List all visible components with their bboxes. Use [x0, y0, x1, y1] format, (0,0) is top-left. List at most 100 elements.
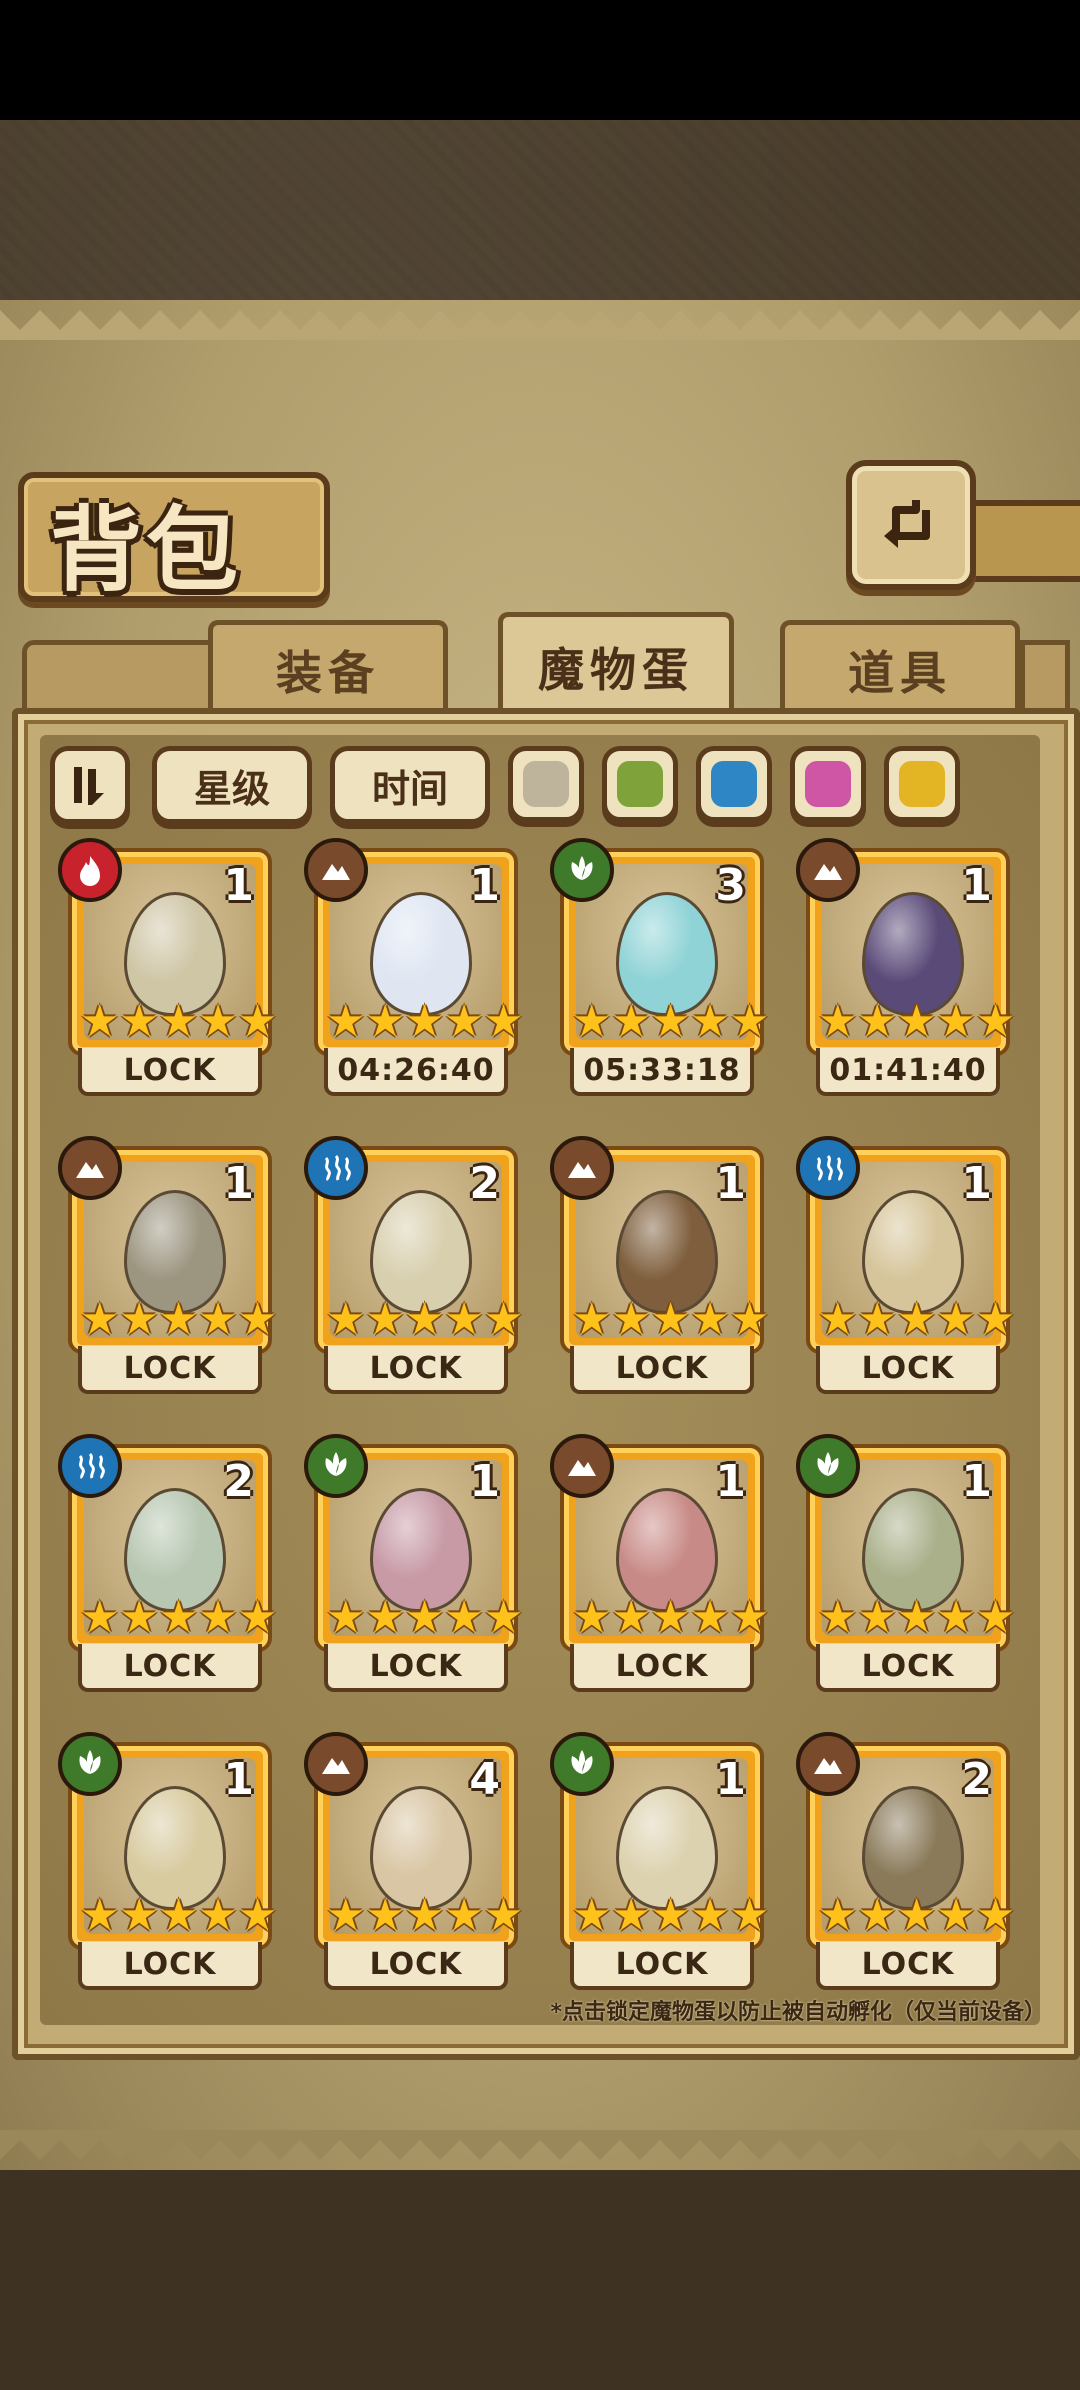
egg-card[interactable]: 1 ★ ★ ★ ★ ★ LOCK [550, 1434, 769, 1694]
egg-count: 1 [469, 860, 500, 911]
lock-button[interactable]: LOCK [570, 1942, 754, 1990]
filter-gray-button[interactable] [508, 746, 584, 822]
nature-element-icon [550, 1732, 614, 1796]
star-icon: ★ [119, 1890, 159, 1941]
star-icon: ★ [237, 1890, 278, 1941]
tab-items[interactable]: 道具 [780, 620, 1020, 715]
egg-card[interactable]: 3 ★ ★ ★ ★ ★ 05:33:18 [550, 838, 769, 1098]
star-icon: ★ [857, 1890, 897, 1941]
lock-button[interactable]: LOCK [78, 1644, 262, 1692]
lock-button[interactable]: LOCK [816, 1644, 1000, 1692]
lock-button[interactable]: LOCK [816, 1346, 1000, 1394]
star-icon: ★ [198, 996, 238, 1047]
star-icon: ★ [158, 1294, 199, 1345]
lock-button[interactable]: LOCK [570, 1346, 754, 1394]
star-icon: ★ [572, 996, 612, 1047]
egg-card[interactable]: 2 ★ ★ ★ ★ ★ LOCK [796, 1732, 1015, 1992]
water-element-icon [304, 1136, 368, 1200]
tab-spacer-right [1020, 640, 1070, 715]
lock-button[interactable]: LOCK [324, 1942, 508, 1990]
star-icon: ★ [857, 1294, 897, 1345]
star-icon: ★ [237, 996, 278, 1047]
egg-card[interactable]: 2 ★ ★ ★ ★ ★ LOCK [58, 1434, 277, 1694]
egg-card[interactable]: 1 ★ ★ ★ ★ ★ LOCK [796, 1136, 1015, 1396]
back-button[interactable] [846, 460, 976, 590]
star-icon: ★ [818, 1592, 858, 1643]
egg-card[interactable]: 1 ★ ★ ★ ★ ★ LOCK [550, 1732, 769, 1992]
egg-card[interactable]: 1 ★ ★ ★ ★ ★ LOCK [58, 1136, 277, 1396]
star-icon: ★ [572, 1890, 612, 1941]
egg-card[interactable]: 4 ★ ★ ★ ★ ★ LOCK [304, 1732, 523, 1992]
sort-toggle-icon [74, 767, 104, 805]
star-icon: ★ [611, 996, 651, 1047]
star-rating: ★ ★ ★ ★ ★ [80, 1890, 277, 1941]
egg-card[interactable]: 1 ★ ★ ★ ★ ★ LOCK [58, 1732, 277, 1992]
star-icon: ★ [444, 1294, 484, 1345]
star-icon: ★ [404, 1592, 445, 1643]
star-icon: ★ [483, 1294, 524, 1345]
star-icon: ★ [444, 1890, 484, 1941]
lock-button[interactable]: LOCK [78, 1942, 262, 1990]
star-rating: ★ ★ ★ ★ ★ [572, 1294, 769, 1345]
sort-by-star-button[interactable]: 星级 [152, 746, 312, 824]
filter-yellow-button[interactable] [884, 746, 960, 822]
egg-count: 1 [469, 1456, 500, 1507]
star-icon: ★ [729, 1890, 770, 1941]
star-icon: ★ [404, 996, 445, 1047]
star-icon: ★ [326, 996, 366, 1047]
star-rating: ★ ★ ★ ★ ★ [572, 1596, 769, 1640]
star-icon: ★ [198, 1592, 238, 1643]
lock-button[interactable]: LOCK [324, 1644, 508, 1692]
star-icon: ★ [690, 996, 730, 1047]
egg-card[interactable]: 1 ★ ★ ★ ★ ★ LOCK [58, 838, 277, 1098]
nature-element-icon [550, 838, 614, 902]
star-icon: ★ [936, 1890, 976, 1941]
tab-spacer-left [22, 640, 222, 715]
egg-card[interactable]: 1 ★ ★ ★ ★ ★ 01:41:40 [796, 838, 1015, 1098]
egg-count: 1 [715, 1456, 746, 1507]
filter-pink-button[interactable] [790, 746, 866, 822]
sort-by-time-button[interactable]: 时间 [330, 746, 490, 824]
zigzag-edge-top [0, 310, 1080, 340]
earth-element-icon [796, 838, 860, 902]
star-icon: ★ [158, 1890, 199, 1941]
egg-count: 1 [715, 1754, 746, 1805]
star-icon: ★ [611, 1890, 651, 1941]
star-icon: ★ [818, 996, 858, 1047]
sort-order-button[interactable] [50, 746, 130, 824]
star-icon: ★ [975, 1592, 1016, 1643]
earth-element-icon [796, 1732, 860, 1796]
filter-blue-button[interactable] [696, 746, 772, 822]
egg-card[interactable]: 1 ★ ★ ★ ★ ★ LOCK [550, 1136, 769, 1396]
egg-card[interactable]: 1 ★ ★ ★ ★ ★ 04:26:40 [304, 838, 523, 1098]
star-icon: ★ [198, 1294, 238, 1345]
star-icon: ★ [729, 996, 770, 1047]
hatch-timer: 01:41:40 [816, 1048, 1000, 1096]
lock-button[interactable]: LOCK [570, 1644, 754, 1692]
star-icon: ★ [365, 1294, 405, 1345]
filter-green-button[interactable] [602, 746, 678, 822]
water-element-icon [796, 1136, 860, 1200]
star-icon: ★ [936, 1592, 976, 1643]
star-rating: ★ ★ ★ ★ ★ [326, 1294, 523, 1345]
gray-swatch [523, 761, 569, 807]
egg-count: 2 [961, 1754, 992, 1805]
egg-card[interactable]: 1 ★ ★ ★ ★ ★ LOCK [796, 1434, 1015, 1694]
star-icon: ★ [80, 1890, 120, 1941]
lock-button[interactable]: LOCK [78, 1346, 262, 1394]
tab-monster-eggs[interactable]: 魔物蛋 [498, 612, 734, 717]
star-icon: ★ [572, 1294, 612, 1345]
tab-equipment[interactable]: 装备 [208, 620, 448, 715]
earth-element-icon [304, 838, 368, 902]
star-icon: ★ [896, 1592, 937, 1643]
star-icon: ★ [729, 1592, 770, 1643]
egg-card[interactable]: 1 ★ ★ ★ ★ ★ LOCK [304, 1434, 523, 1694]
lock-button[interactable]: LOCK [78, 1048, 262, 1096]
lock-button[interactable]: LOCK [816, 1942, 1000, 1990]
egg-card[interactable]: 2 ★ ★ ★ ★ ★ LOCK [304, 1136, 523, 1396]
star-icon: ★ [119, 996, 159, 1047]
lock-button[interactable]: LOCK [324, 1346, 508, 1394]
egg-count: 1 [961, 860, 992, 911]
egg-count: 3 [715, 860, 746, 911]
star-icon: ★ [650, 1890, 691, 1941]
